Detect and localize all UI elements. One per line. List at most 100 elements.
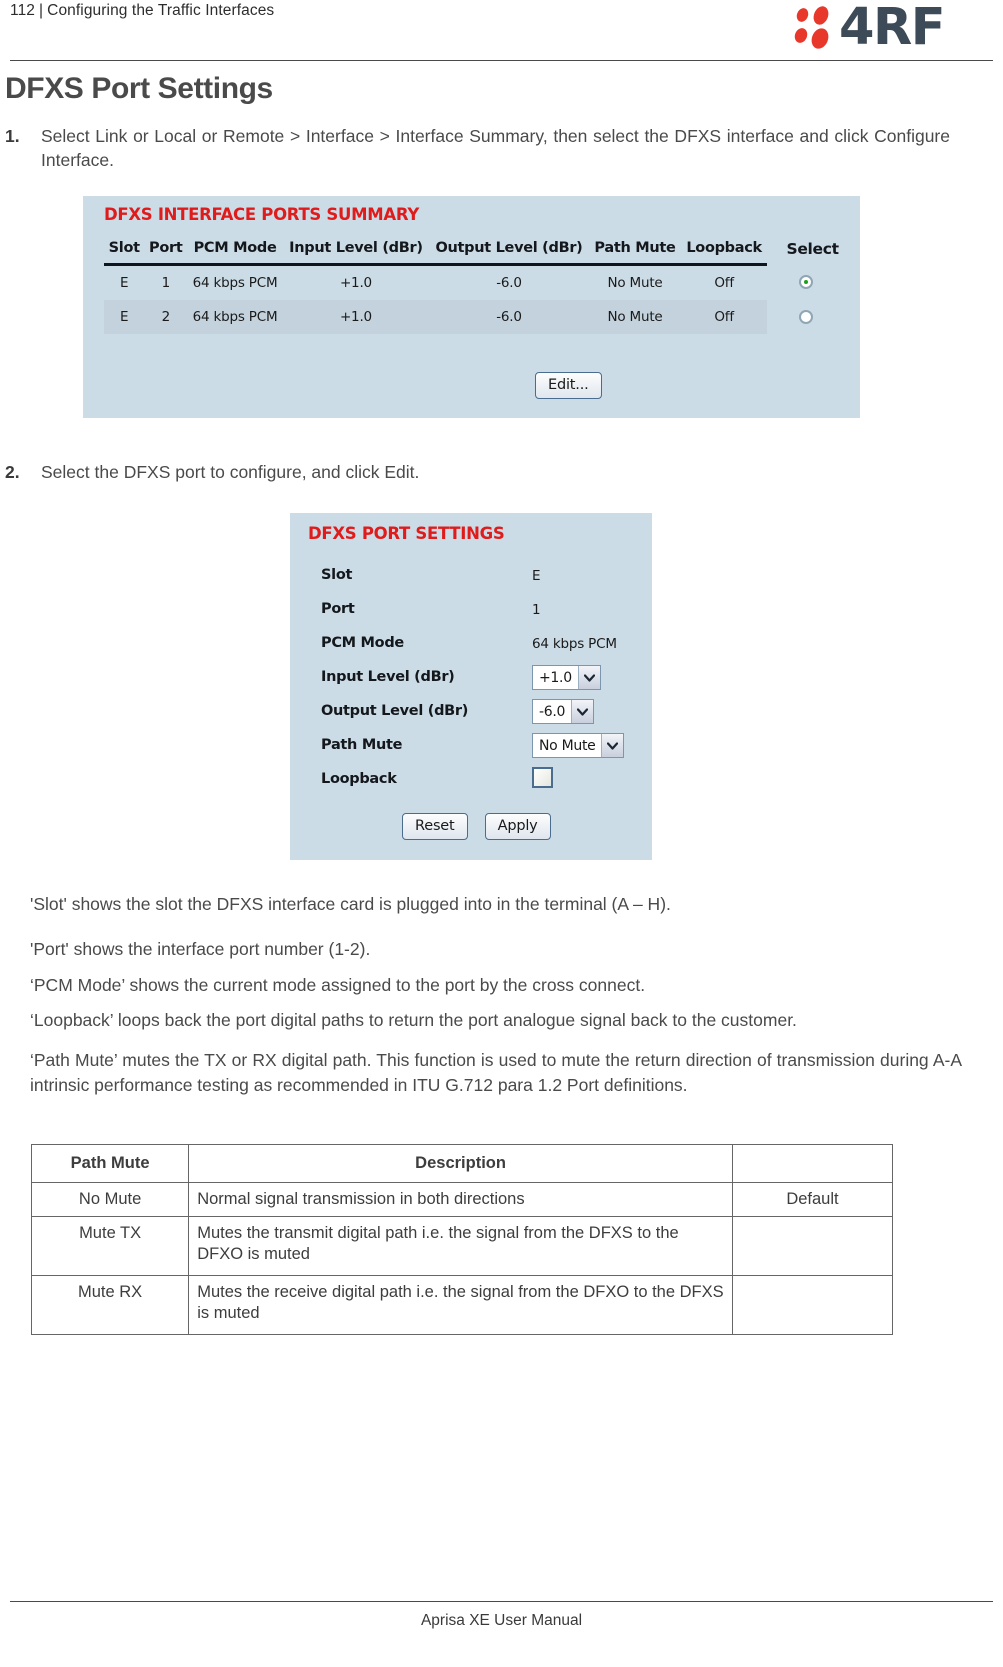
cell-default: [731, 1275, 894, 1335]
chapter-title: Configuring the Traffic Interfaces: [47, 2, 275, 19]
step-2: 2. Select the DFXS port to configure, an…: [5, 460, 805, 484]
paragraph-path-mute: ‘Path Mute’ mutes the TX or RX digital p…: [30, 1050, 962, 1095]
footer-title: Aprisa XE User Manual: [420, 1612, 583, 1629]
cell-mode: Mute TX: [30, 1216, 190, 1276]
radio-button-port-1[interactable]: [798, 274, 813, 289]
table-row: No Mute Normal signal transmission in bo…: [30, 1182, 894, 1217]
label-slot: Slot: [321, 567, 353, 583]
cell-select[interactable]: [767, 300, 844, 334]
form-row-loopback: Loopback: [321, 767, 641, 801]
brand-logo: 4RF: [792, 0, 995, 57]
value-slot: E: [532, 568, 541, 584]
loopback-checkbox[interactable]: [532, 767, 553, 792]
cell-path-mute: No Mute: [589, 299, 682, 334]
label-output-level: Output Level (dBr): [321, 703, 469, 719]
step-2-text: Select the DFXS port to configure, and c…: [41, 462, 420, 482]
cell-slot: E: [104, 299, 145, 334]
dfxs-interface-ports-summary-screenshot: DFXS INTERFACE PORTS SUMMARY Slot Port P…: [83, 196, 860, 418]
cell-output-level: -6.0: [428, 299, 589, 334]
cell-default: Default: [731, 1182, 894, 1217]
column-header-port: Port: [144, 238, 188, 266]
output-level-selected-value: -6.0: [539, 703, 566, 720]
cell-mode: Mute RX: [30, 1275, 190, 1335]
page-title: DFXS Port Settings: [5, 72, 273, 105]
value-port: 1: [532, 602, 541, 618]
paragraph-slot: 'Slot' shows the slot the DFXS interface…: [30, 894, 671, 914]
label-pcm-mode: PCM Mode: [321, 635, 404, 651]
input-level-dropdown[interactable]: +1.0: [532, 665, 601, 690]
cell-input-level: +1.0: [282, 299, 429, 334]
cell-port: 1: [161, 274, 171, 291]
footer-divider: [10, 1601, 993, 1602]
cell-select[interactable]: [767, 264, 844, 300]
path-mute-description-table: Path Mute Description No Mute Normal sig…: [30, 1144, 894, 1335]
dfxs-port-settings-screenshot: DFXS PORT SETTINGS Slot E Port 1 PCM Mod…: [290, 513, 652, 860]
step-2-number: 2.: [5, 462, 20, 482]
page-header: 112 | Configuring the Traffic Interfaces 4…: [0, 0, 1003, 62]
port-settings-form: Slot E Port 1 PCM Mode 64 kbps PCM Input…: [321, 563, 641, 801]
header-separator: |: [39, 2, 44, 19]
column-header-select: Select: [786, 240, 839, 258]
chevron-down-icon[interactable]: [571, 700, 594, 723]
apply-button[interactable]: Apply: [484, 813, 551, 840]
logo-dots-icon: [792, 4, 837, 52]
port-settings-title: DFXS PORT SETTINGS: [308, 524, 505, 543]
reset-button[interactable]: Reset: [402, 813, 468, 840]
cell-slot: E: [120, 274, 129, 291]
label-input-level: Input Level (dBr): [321, 669, 455, 685]
step-1: 1. Select Link or Local or Remote > Inte…: [5, 124, 950, 172]
column-header-output-level: Output Level (dBr): [428, 238, 589, 266]
form-row-port: Port 1: [321, 597, 641, 631]
cell-loopback: Off: [714, 274, 734, 291]
ports-summary-title: DFXS INTERFACE PORTS SUMMARY: [104, 205, 419, 224]
column-header-path-mute: Path Mute: [589, 238, 682, 266]
table-row: Mute TX Mutes the transmit digital path …: [30, 1216, 894, 1276]
cell-input-level: +1.0: [339, 274, 372, 291]
port-settings-actions: Reset Apply: [402, 813, 563, 840]
paragraph-port: 'Port' shows the interface port number (…: [30, 939, 371, 959]
cell-description: Mutes the receive digital path i.e. the …: [188, 1275, 733, 1335]
edit-button[interactable]: Edit...: [535, 372, 602, 399]
label-path-mute: Path Mute: [321, 737, 403, 753]
cell-pcm-mode: 64 kbps PCM: [192, 274, 278, 291]
chevron-down-icon[interactable]: [577, 666, 600, 689]
column-header-description: Description: [188, 1144, 733, 1183]
form-row-input-level: Input Level (dBr) +1.0: [321, 665, 641, 699]
cell-description: Mutes the transmit digital path i.e. the…: [188, 1216, 733, 1276]
table-header-row: Slot Port PCM Mode Input Level (dBr) Out…: [104, 238, 844, 266]
column-header-pcm-mode: PCM Mode: [187, 238, 283, 266]
paragraph-loopback: ‘Loopback’ loops back the port digital p…: [30, 1010, 797, 1030]
step-1-number: 1.: [5, 126, 20, 146]
cell-output-level: -6.0: [496, 274, 522, 291]
cell-default: [731, 1216, 894, 1276]
column-header-slot: Slot: [104, 238, 145, 266]
path-mute-dropdown[interactable]: No Mute: [532, 733, 625, 758]
step-1-text: Select Link or Local or Remote > Interfa…: [41, 126, 950, 170]
label-loopback: Loopback: [321, 771, 397, 787]
logo-wordmark: 4RF: [839, 0, 946, 57]
form-row-slot: Slot E: [321, 563, 641, 597]
cell-port: 2: [144, 299, 188, 334]
header-breadcrumb: 112 | Configuring the Traffic Interfaces: [10, 2, 274, 20]
table-row[interactable]: E 2 64 kbps PCM +1.0 -6.0 No Mute Off: [104, 299, 844, 334]
chevron-down-icon[interactable]: [601, 734, 624, 757]
table-header-row: Path Mute Description: [30, 1144, 894, 1183]
output-level-dropdown[interactable]: -6.0: [532, 699, 595, 724]
input-level-selected-value: +1.0: [539, 669, 572, 686]
cell-mode: No Mute: [30, 1182, 190, 1217]
value-pcm-mode: 64 kbps PCM: [532, 636, 617, 652]
paragraph-pcm-mode: ‘PCM Mode’ shows the current mode assign…: [30, 975, 646, 995]
radio-button-port-2[interactable]: [798, 309, 813, 324]
header-divider: [10, 60, 993, 61]
column-header-input-level: Input Level (dBr): [282, 238, 429, 266]
cell-path-mute: No Mute: [607, 274, 663, 291]
cell-description: Normal signal transmission in both direc…: [188, 1182, 733, 1217]
cell-loopback: Off: [681, 299, 768, 334]
form-row-pcm-mode: PCM Mode 64 kbps PCM: [321, 631, 641, 665]
cell-pcm-mode: 64 kbps PCM: [187, 299, 283, 334]
table-row[interactable]: E 1 64 kbps PCM +1.0 -6.0 No Mute Off: [104, 264, 844, 300]
form-row-output-level: Output Level (dBr) -6.0: [321, 699, 641, 733]
page-number: 112: [10, 2, 36, 19]
ports-summary-table: Slot Port PCM Mode Input Level (dBr) Out…: [104, 238, 844, 334]
path-mute-selected-value: No Mute: [539, 737, 596, 754]
